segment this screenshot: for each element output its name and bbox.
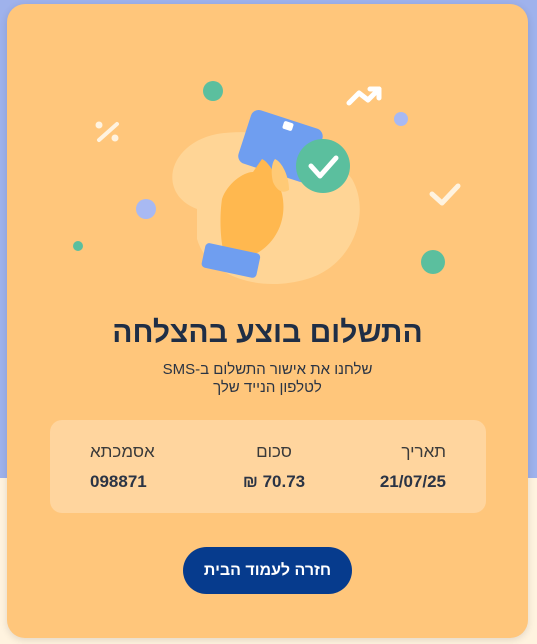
sms-message-line-1: שלחנו את אישור התשלום ב-SMS xyxy=(162,361,373,378)
payment-success-illustration xyxy=(73,81,461,285)
amount-label: סכום xyxy=(256,442,292,461)
page-title: התשלום בוצע בהצלחה xyxy=(112,316,423,349)
decor-dot-teal-large xyxy=(421,250,445,274)
sms-message-line-2: לטלפון הנייד שלך xyxy=(213,379,322,396)
amount-column: סכום 70.73 ₪ xyxy=(230,442,318,492)
back-to-home-button[interactable]: חזרה לעמוד הבית xyxy=(183,547,352,594)
reference-value: 098871 xyxy=(90,472,147,491)
sms-confirmation-message: שלחנו את אישור התשלום ב-SMS לטלפון הנייד… xyxy=(107,361,428,397)
reference-column: אסמכתא 098871 xyxy=(90,442,155,492)
reference-label: אסמכתא xyxy=(90,442,155,461)
date-label: תאריך xyxy=(401,442,446,461)
percent-icon xyxy=(95,121,119,142)
decor-dot-teal xyxy=(203,81,223,101)
decor-dot-blue xyxy=(394,112,408,126)
date-value: 21/07/25 xyxy=(379,472,446,491)
trending-up-arrow-icon xyxy=(346,86,382,106)
date-column: תאריך 21/07/25 xyxy=(380,442,446,492)
decor-dot-teal-small xyxy=(73,241,83,251)
payment-details-panel: תאריך 21/07/25 סכום 70.73 ₪ אסמכתא 09887… xyxy=(50,420,486,513)
decor-dot-blue-large xyxy=(136,199,156,219)
payment-success-card: התשלום בוצע בהצלחה שלחנו את אישור התשלום… xyxy=(7,4,528,638)
check-circle-icon xyxy=(296,139,350,193)
amount-value: 70.73 ₪ xyxy=(242,472,306,491)
checkmark-icon xyxy=(429,183,461,206)
